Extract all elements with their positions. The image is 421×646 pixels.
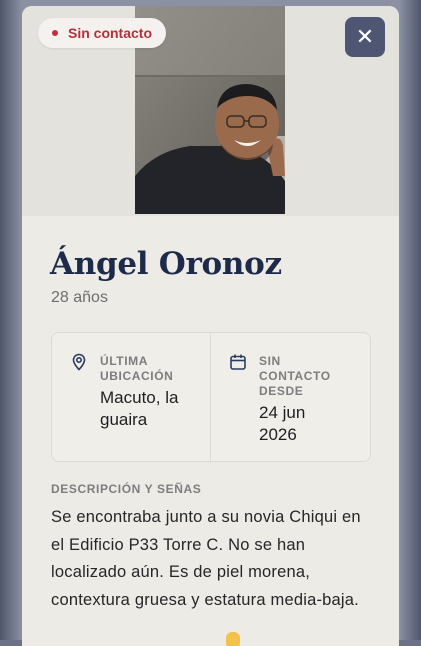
info-panel: ÚLTIMA UBICACIÓN Macuto, la guaira SIN C… (51, 332, 371, 462)
close-button[interactable]: ✕ (345, 17, 385, 57)
last-location-label: ÚLTIMA UBICACIÓN (100, 354, 174, 383)
hand-emoji-icon (226, 632, 240, 646)
last-location-value: Macuto, la guaira (100, 388, 179, 429)
close-icon: ✕ (355, 24, 375, 50)
status-badge: Sin contacto (38, 18, 167, 48)
description-label: DESCRIPCIÓN Y SEÑAS (51, 482, 202, 496)
person-name: Ángel Oronoz (50, 246, 282, 282)
status-badge-label: Sin contacto (68, 25, 153, 41)
person-card: Sin contacto ✕ Ángel Oronoz 28 años ÚLTI… (22, 6, 399, 646)
person-age: 28 años (51, 289, 108, 306)
no-contact-since-value: 24 jun 2026 (259, 403, 306, 444)
location-pin-icon (72, 353, 86, 371)
info-divider (210, 333, 211, 461)
description-text: Se encontraba junto a su novia Chiqui en… (51, 508, 361, 609)
status-dot-icon (52, 30, 58, 36)
no-contact-since-label: SIN CONTACTO DESDE (259, 354, 331, 398)
calendar-icon (230, 354, 246, 370)
